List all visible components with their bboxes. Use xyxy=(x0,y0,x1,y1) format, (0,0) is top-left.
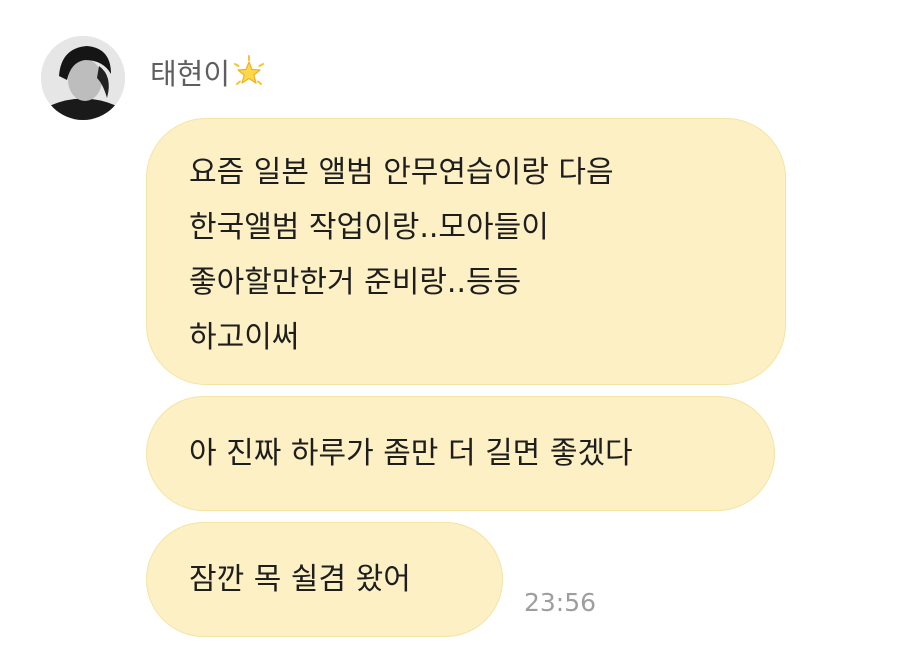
message-bubble[interactable]: 잠깐 목 쉴겸 왔어 xyxy=(146,522,503,637)
message-line: 잠깐 목 쉴겸 왔어 xyxy=(189,562,411,597)
message-timestamp: 23:56 xyxy=(524,588,597,617)
sender-name-row[interactable]: 태현이 xyxy=(150,52,266,92)
message-bubble[interactable]: 아 진짜 하루가 좀만 더 길면 좋겠다 xyxy=(146,396,775,511)
message-line: 좋아할만한거 준비랑..등등 xyxy=(189,265,522,300)
profile-photo xyxy=(41,36,125,120)
sender-name: 태현이 xyxy=(150,57,231,91)
message-line: 요즘 일본 앨범 안무연습이랑 다음 xyxy=(189,155,614,190)
glowing-star-icon xyxy=(234,55,265,85)
chat-view: 태현이 요즘 일본 앨범 안무연습이랑 다음 한국앨범 작업이랑..모아들이 좋… xyxy=(0,0,923,661)
message-line: 아 진짜 하루가 좀만 더 길면 좋겠다 xyxy=(189,436,633,471)
avatar[interactable] xyxy=(41,36,125,120)
message-line: 하고이써 xyxy=(189,320,300,355)
message-line: 한국앨범 작업이랑..모아들이 xyxy=(189,210,549,245)
message-bubble[interactable]: 요즘 일본 앨범 안무연습이랑 다음 한국앨범 작업이랑..모아들이 좋아할만한… xyxy=(146,118,786,385)
